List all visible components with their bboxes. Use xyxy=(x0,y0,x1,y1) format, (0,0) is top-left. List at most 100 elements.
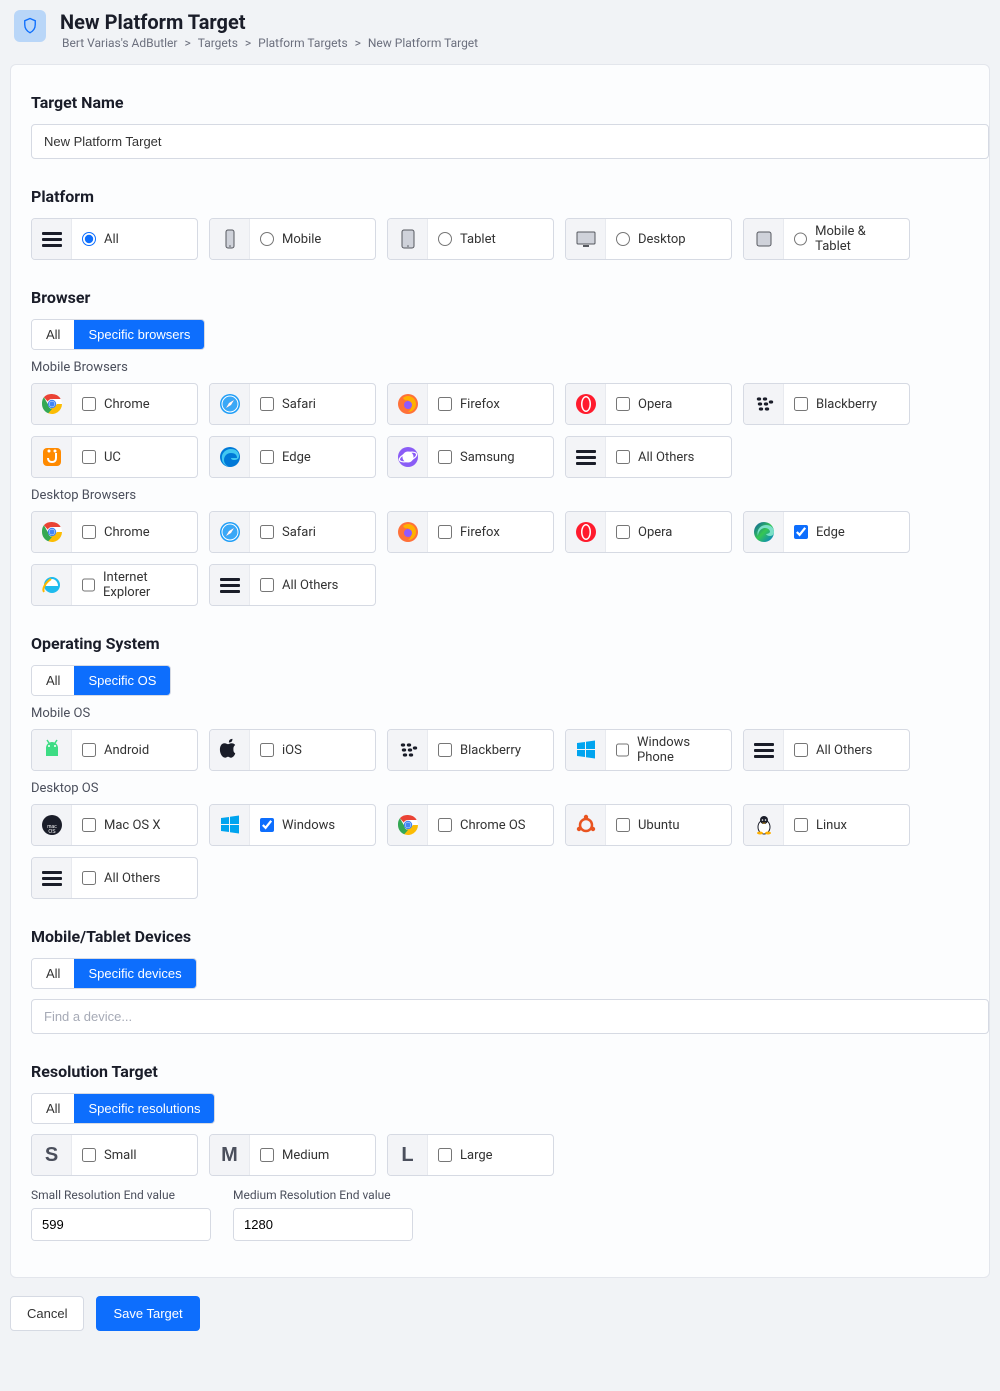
mbrowser-option-m-opera-checkbox[interactable] xyxy=(616,397,630,411)
os-toggle-specific[interactable]: Specific OS xyxy=(74,666,170,695)
mos-option-mos-wp-checkbox[interactable] xyxy=(616,743,629,757)
dos-option-dos-win-checkbox[interactable] xyxy=(260,818,274,832)
dos-option-dos-linux-checkbox[interactable] xyxy=(794,818,808,832)
section-browser: Browser All Specific browsers Mobile Bro… xyxy=(31,288,989,606)
mos-option-mos-other-checkbox[interactable] xyxy=(794,743,808,757)
resolution-option-r-medium[interactable]: M Medium xyxy=(209,1134,376,1176)
mbrowser-option-m-uc[interactable]: UC xyxy=(31,436,198,478)
mbrowser-option-m-firefox-checkbox[interactable] xyxy=(438,397,452,411)
dbrowser-option-d-safari-checkbox[interactable] xyxy=(260,525,274,539)
mos-option-mos-ios-checkbox[interactable] xyxy=(260,743,274,757)
breadcrumb-item[interactable]: Bert Varias's AdButler xyxy=(62,36,177,50)
dos-option-dos-cros[interactable]: Chrome OS xyxy=(387,804,554,846)
dbrowser-option-d-chrome-checkbox[interactable] xyxy=(82,525,96,539)
os-toggle-all[interactable]: All xyxy=(32,666,74,695)
platform-option-all-radio[interactable] xyxy=(82,232,96,246)
dbrowser-option-d-other[interactable]: All Others xyxy=(209,564,376,606)
mos-option-mos-android-checkbox[interactable] xyxy=(82,743,96,757)
dbrowser-option-d-firefox[interactable]: Firefox xyxy=(387,511,554,553)
breadcrumb-item[interactable]: New Platform Target xyxy=(368,36,478,50)
devices-toggle: All Specific devices xyxy=(31,958,197,989)
dos-option-dos-other-checkbox[interactable] xyxy=(82,871,96,885)
resolution-option-r-large[interactable]: L Large xyxy=(387,1134,554,1176)
platform-option-mobile[interactable]: Mobile xyxy=(209,218,376,260)
mos-option-mos-bb[interactable]: Blackberry xyxy=(387,729,554,771)
dbrowser-option-d-ie[interactable]: Internet Explorer xyxy=(31,564,198,606)
platform-option-mobile-tablet-radio[interactable] xyxy=(794,232,807,246)
dos-option-dos-ubuntu-checkbox[interactable] xyxy=(616,818,630,832)
dbrowser-option-d-ie-checkbox[interactable] xyxy=(82,578,95,592)
dbrowser-option-d-ie-label: Internet Explorer xyxy=(103,570,187,600)
dos-option-dos-other[interactable]: All Others xyxy=(31,857,198,899)
small-res-end-input[interactable] xyxy=(32,1209,211,1240)
dbrowser-option-d-other-checkbox[interactable] xyxy=(260,578,274,592)
breadcrumb-item[interactable]: Platform Targets xyxy=(258,36,348,50)
resolution-toggle-all[interactable]: All xyxy=(32,1094,74,1123)
mbrowser-option-m-edge[interactable]: Edge xyxy=(209,436,376,478)
mbrowser-option-m-firefox[interactable]: Firefox xyxy=(387,383,554,425)
mos-option-mos-ios[interactable]: iOS xyxy=(209,729,376,771)
dbrowser-option-d-edge[interactable]: Edge xyxy=(743,511,910,553)
resolution-option-r-small-checkbox[interactable] xyxy=(82,1148,96,1162)
mos-option-mos-bb-checkbox[interactable] xyxy=(438,743,452,757)
mos-option-mos-wp[interactable]: Windows Phone xyxy=(565,729,732,771)
mbrowser-option-m-safari[interactable]: Safari xyxy=(209,383,376,425)
platform-option-desktop-radio[interactable] xyxy=(616,232,630,246)
mbrowser-option-m-samsung[interactable]: Samsung xyxy=(387,436,554,478)
dos-option-dos-linux[interactable]: Linux xyxy=(743,804,910,846)
dbrowser-option-d-opera[interactable]: Opera xyxy=(565,511,732,553)
platform-option-all[interactable]: All xyxy=(31,218,198,260)
mbrowser-option-m-chrome-checkbox[interactable] xyxy=(82,397,96,411)
target-name-input[interactable] xyxy=(31,124,989,159)
mbrowser-option-m-blackberry-label: Blackberry xyxy=(816,397,877,412)
os-title: Operating System xyxy=(31,634,989,653)
resolution-option-r-medium-checkbox[interactable] xyxy=(260,1148,274,1162)
browser-toggle-specific[interactable]: Specific browsers xyxy=(74,320,204,349)
platform-option-tablet[interactable]: Tablet xyxy=(387,218,554,260)
firefox-icon xyxy=(396,520,420,544)
platform-option-tablet-radio[interactable] xyxy=(438,232,452,246)
save-target-button[interactable]: Save Target xyxy=(96,1296,199,1331)
browser-toggle-all[interactable]: All xyxy=(32,320,74,349)
dbrowser-option-d-opera-checkbox[interactable] xyxy=(616,525,630,539)
l-letter-icon: L xyxy=(401,1144,413,1167)
mbrowser-option-m-other[interactable]: All Others xyxy=(565,436,732,478)
dos-option-dos-win[interactable]: Windows xyxy=(209,804,376,846)
dbrowser-option-d-firefox-checkbox[interactable] xyxy=(438,525,452,539)
device-search-input[interactable] xyxy=(31,999,989,1034)
dbrowser-option-d-opera-label: Opera xyxy=(638,525,672,540)
mobile-icon xyxy=(218,227,242,251)
dos-option-dos-ubuntu[interactable]: Ubuntu xyxy=(565,804,732,846)
breadcrumb-item[interactable]: Targets xyxy=(198,36,238,50)
resolution-toggle-specific[interactable]: Specific resolutions xyxy=(74,1094,214,1123)
dbrowser-option-d-safari[interactable]: Safari xyxy=(209,511,376,553)
mos-option-mos-other[interactable]: All Others xyxy=(743,729,910,771)
dbrowser-option-d-chrome[interactable]: Chrome xyxy=(31,511,198,553)
mbrowser-option-m-edge-checkbox[interactable] xyxy=(260,450,274,464)
mos-option-mos-android[interactable]: Android xyxy=(31,729,198,771)
platform-option-mobile-tablet[interactable]: Mobile & Tablet xyxy=(743,218,910,260)
platform-option-mobile-radio[interactable] xyxy=(260,232,274,246)
dos-option-dos-mac-checkbox[interactable] xyxy=(82,818,96,832)
devices-toggle-specific[interactable]: Specific devices xyxy=(74,959,195,988)
mbrowser-option-m-opera[interactable]: Opera xyxy=(565,383,732,425)
platform-target-icon xyxy=(14,10,46,42)
platform-option-tablet-label: Tablet xyxy=(460,232,496,247)
dos-option-dos-cros-checkbox[interactable] xyxy=(438,818,452,832)
mbrowser-option-m-samsung-checkbox[interactable] xyxy=(438,450,452,464)
mbrowser-option-m-blackberry[interactable]: Blackberry xyxy=(743,383,910,425)
platform-option-desktop[interactable]: Desktop xyxy=(565,218,732,260)
mbrowser-option-m-chrome[interactable]: Chrome xyxy=(31,383,198,425)
devices-toggle-all[interactable]: All xyxy=(32,959,74,988)
mbrowser-option-m-blackberry-checkbox[interactable] xyxy=(794,397,808,411)
dbrowser-option-d-edge-checkbox[interactable] xyxy=(794,525,808,539)
medium-res-end-input[interactable] xyxy=(234,1209,413,1240)
resolution-option-r-small[interactable]: S Small xyxy=(31,1134,198,1176)
mbrowser-option-m-safari-checkbox[interactable] xyxy=(260,397,274,411)
android-icon xyxy=(40,738,64,762)
dos-option-dos-mac[interactable]: macOS Mac OS X xyxy=(31,804,198,846)
cancel-button[interactable]: Cancel xyxy=(10,1296,84,1331)
mbrowser-option-m-uc-checkbox[interactable] xyxy=(82,450,96,464)
mbrowser-option-m-other-checkbox[interactable] xyxy=(616,450,630,464)
resolution-option-r-large-checkbox[interactable] xyxy=(438,1148,452,1162)
